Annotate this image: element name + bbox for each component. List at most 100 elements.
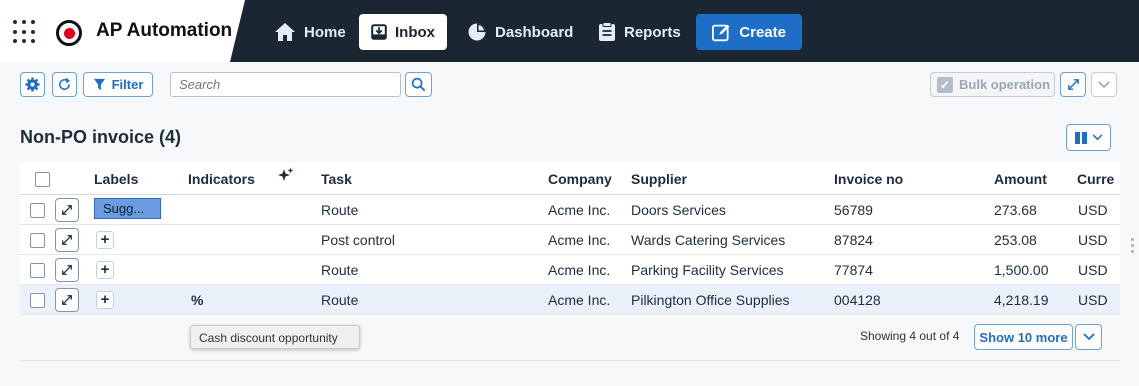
expand-icon [1067, 79, 1079, 90]
bulk-operation-button[interactable]: ✓ Bulk operation [930, 72, 1055, 97]
task-cell: Post control [321, 232, 395, 248]
add-label-button[interactable]: + [96, 231, 114, 249]
currency-cell: USD [1078, 202, 1108, 218]
expand-row-button[interactable] [55, 288, 79, 312]
row-checkbox[interactable] [30, 293, 45, 308]
supplier-cell: Doors Services [631, 202, 726, 218]
row-checkbox[interactable] [30, 233, 45, 248]
invoice-table: Labels Indicators Task Company Supplier … [20, 162, 1120, 315]
bulk-operation-label: Bulk operation [959, 77, 1051, 92]
toolbar-dropdown-button[interactable] [1091, 72, 1117, 97]
row-checkbox[interactable] [30, 203, 45, 218]
expand-row-button[interactable] [55, 258, 79, 282]
task-cell: Route [321, 202, 359, 218]
company-cell: Acme Inc. [548, 292, 611, 308]
inbox-icon [371, 24, 387, 40]
table-row[interactable]: + % Route Acme Inc. Pilkington Office Su… [20, 285, 1120, 315]
invoice-no-cell: 77874 [834, 262, 873, 278]
brand-area: AP Automation [0, 0, 245, 62]
column-header-labels[interactable]: Labels [94, 171, 138, 187]
cash-discount-indicator[interactable]: % [191, 292, 203, 308]
supplier-cell: Wards Catering Services [631, 232, 786, 248]
top-navigation-bar: AP Automation Home Inbox Dashboard Repor… [0, 0, 1139, 62]
gear-icon [25, 77, 40, 92]
page-title: Non-PO invoice (4) [20, 127, 182, 147]
company-cell: Acme Inc. [548, 262, 611, 278]
row-checkbox[interactable] [30, 263, 45, 278]
cash-discount-tooltip: Cash discount opportunity [190, 325, 360, 349]
nav-dashboard[interactable]: Dashboard [455, 14, 585, 50]
chevron-down-icon [1098, 80, 1110, 88]
invoice-no-cell: 56789 [834, 202, 873, 218]
column-header-amount[interactable]: Amount [994, 171, 1047, 187]
select-all-checkbox[interactable] [35, 172, 50, 187]
currency-cell: USD [1078, 262, 1108, 278]
column-header-company[interactable]: Company [548, 171, 612, 187]
table-header: Labels Indicators Task Company Supplier … [20, 162, 1120, 195]
nav-inbox[interactable]: Inbox [359, 14, 447, 50]
expand-icon [62, 265, 72, 275]
amount-cell: 273.68 [994, 202, 1037, 218]
amount-cell: 4,218.19 [994, 292, 1049, 308]
column-header-indicators[interactable]: Indicators [188, 171, 255, 187]
amount-cell: 253.08 [994, 232, 1037, 248]
show-more-button[interactable]: Show 10 more [974, 324, 1073, 350]
column-header-task[interactable]: Task [321, 171, 352, 187]
currency-cell: USD [1078, 292, 1108, 308]
checkmark-icon: ✓ [937, 76, 953, 93]
resize-handle[interactable] [1131, 238, 1134, 258]
pie-chart-icon [468, 23, 486, 41]
filter-label: Filter [111, 77, 144, 92]
showing-count: Showing 4 out of 4 [860, 329, 960, 343]
table-row[interactable]: + Route Acme Inc. Parking Facility Servi… [20, 255, 1120, 285]
invoice-no-cell: 004128 [834, 292, 881, 308]
company-logo [56, 20, 82, 46]
nav-reports[interactable]: Reports [586, 14, 693, 50]
search-icon [411, 77, 426, 92]
table-row[interactable]: + Post control Acme Inc. Wards Catering … [20, 225, 1120, 255]
invoice-no-cell: 87824 [834, 232, 873, 248]
amount-cell: 1,500.00 [994, 262, 1049, 278]
chevron-down-icon [1092, 134, 1103, 141]
search-button[interactable] [405, 72, 432, 97]
filter-icon [93, 78, 105, 91]
divider [20, 360, 1120, 361]
nav-inbox-label: Inbox [395, 23, 435, 41]
chevron-down-icon [1082, 333, 1095, 341]
app-title: AP Automation [96, 20, 233, 41]
suggestion-label[interactable]: Sugg... [94, 198, 161, 219]
expand-icon [62, 295, 72, 305]
create-button[interactable]: Create [696, 14, 802, 50]
column-header-invoice-no[interactable]: Invoice no [834, 171, 903, 187]
settings-button[interactable] [20, 72, 45, 97]
supplier-cell: Parking Facility Services [631, 262, 784, 278]
column-header-currency[interactable]: Curre [1077, 171, 1114, 187]
expand-row-button[interactable] [55, 228, 79, 252]
column-header-supplier[interactable]: Supplier [631, 171, 687, 187]
nav-reports-label: Reports [624, 23, 681, 41]
task-cell: Route [321, 262, 359, 278]
refresh-button[interactable] [52, 72, 77, 97]
nav-home[interactable]: Home [262, 14, 358, 50]
report-icon [599, 22, 615, 41]
task-cell: Route [321, 292, 359, 308]
create-label: Create [739, 23, 786, 41]
edit-icon [712, 24, 730, 41]
expand-icon [62, 205, 72, 215]
add-label-button[interactable]: + [96, 261, 114, 279]
currency-cell: USD [1078, 232, 1108, 248]
table-row[interactable]: Sugg... Route Acme Inc. Doors Services 5… [20, 195, 1120, 225]
nav-home-label: Home [304, 23, 346, 41]
expand-icon [62, 235, 72, 245]
refresh-icon [59, 77, 70, 90]
home-icon [275, 23, 295, 41]
filter-button[interactable]: Filter [83, 72, 153, 97]
app-launcher-icon[interactable] [13, 20, 37, 44]
search-input[interactable] [170, 72, 401, 97]
add-label-button[interactable]: + [96, 291, 114, 309]
show-more-dropdown[interactable] [1075, 324, 1102, 350]
sparkle-icon[interactable] [278, 167, 294, 183]
expand-view-button[interactable] [1060, 72, 1086, 97]
expand-row-button[interactable] [55, 198, 79, 222]
columns-button[interactable] [1066, 124, 1111, 151]
